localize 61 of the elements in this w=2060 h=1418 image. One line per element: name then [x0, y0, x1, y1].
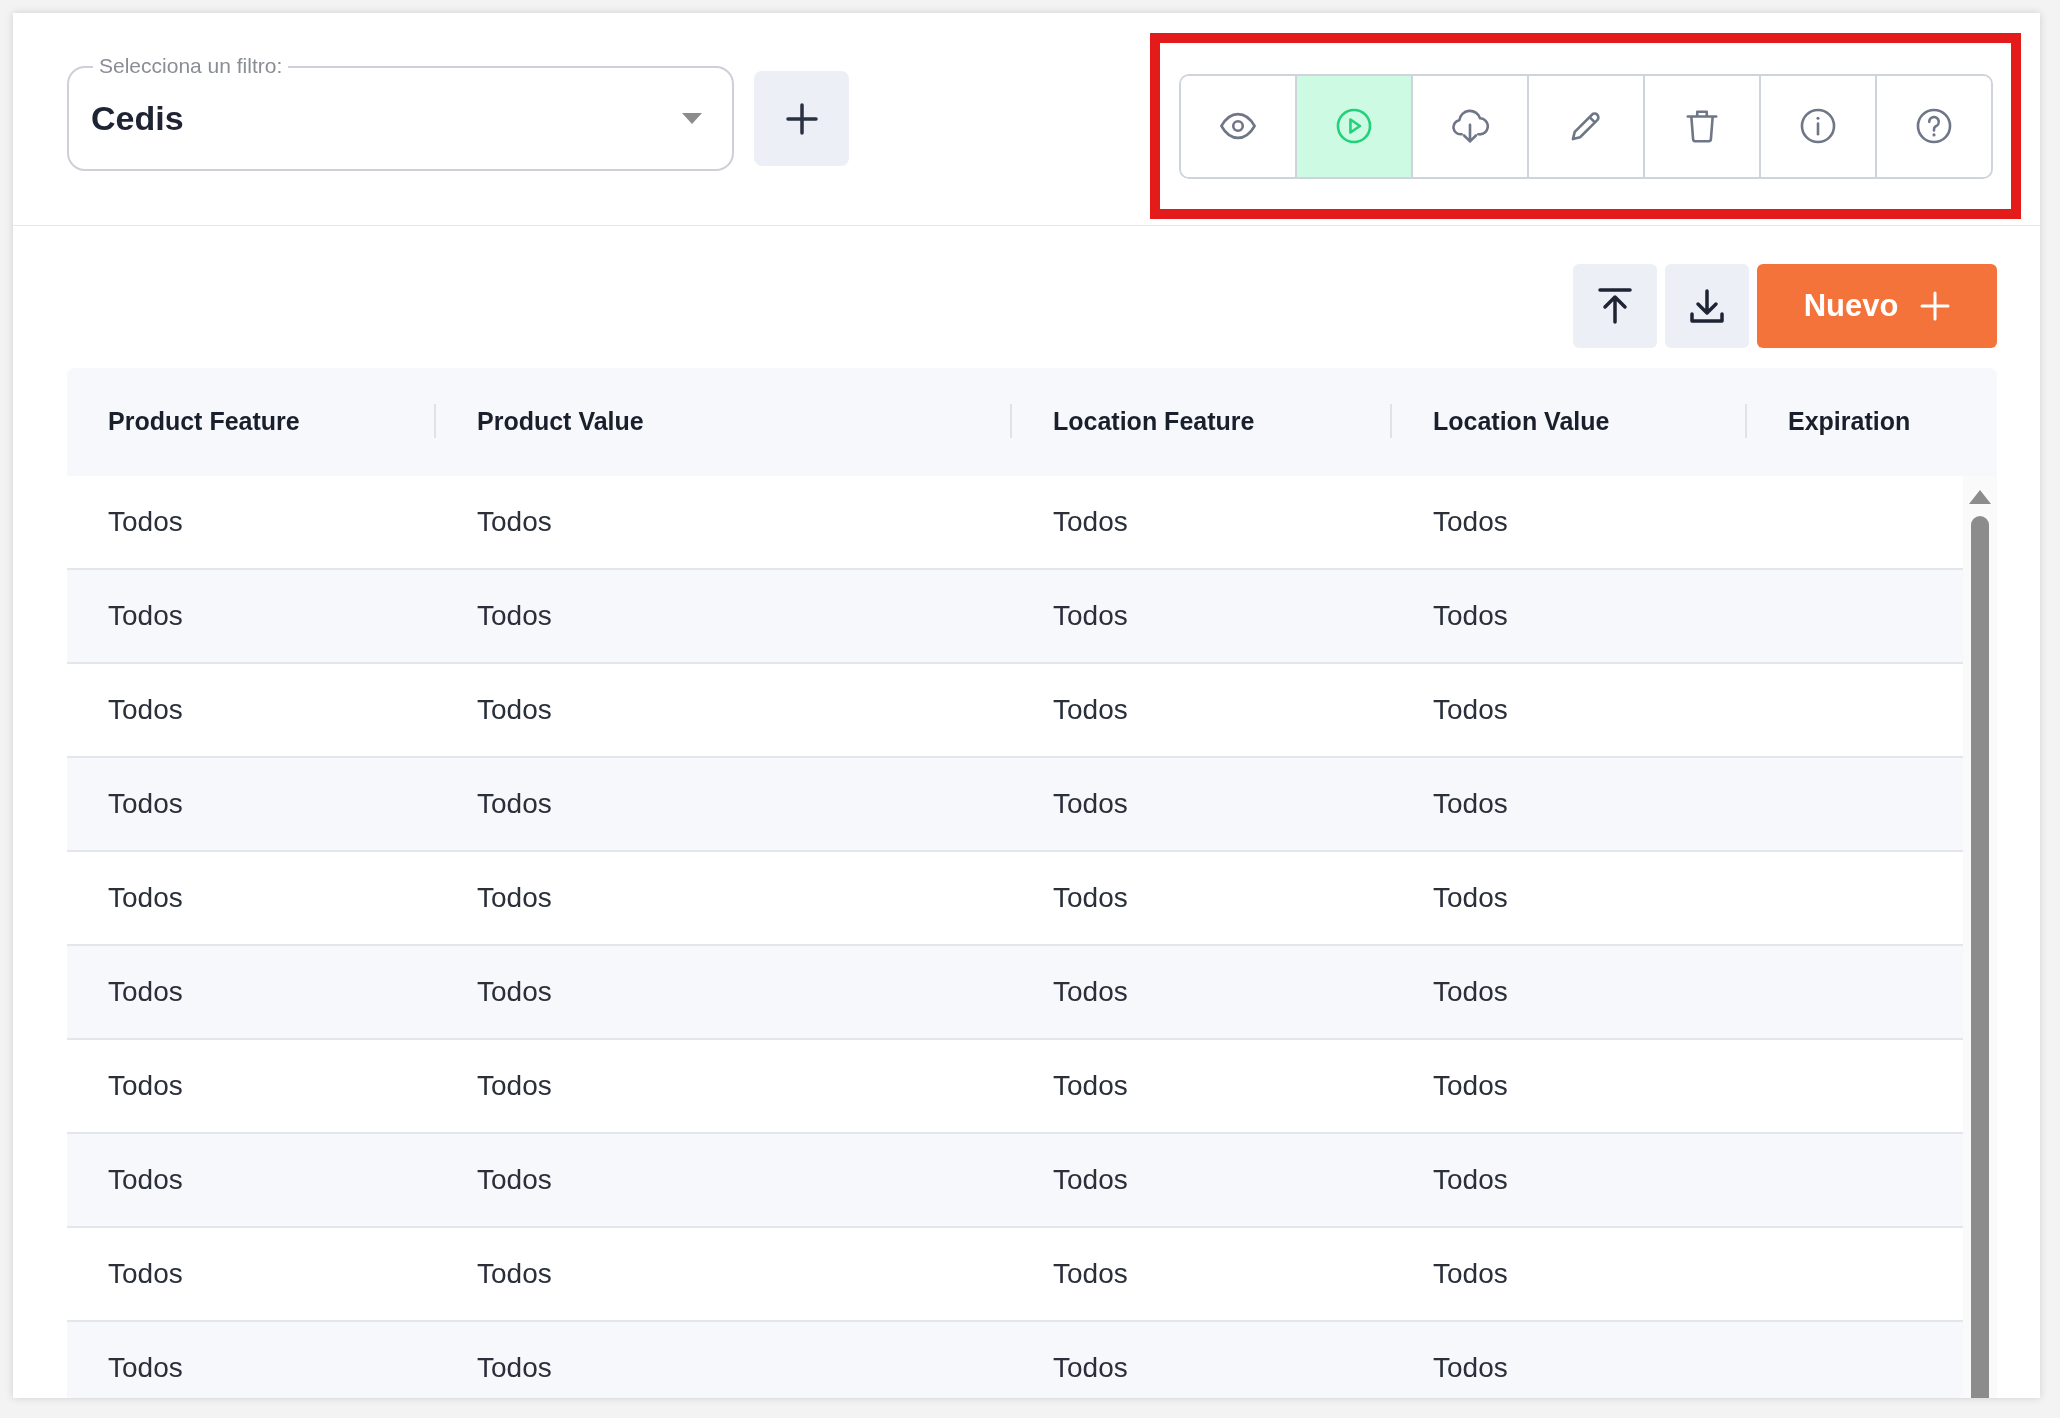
table-cell: Todos — [108, 882, 183, 913]
table-cell: Todos — [1433, 1352, 1508, 1383]
toolbar-button[interactable] — [1874, 75, 1991, 177]
table-cell: Todos — [477, 788, 552, 819]
table-cell: Todos — [108, 694, 183, 725]
column-header: Expiration — [1788, 406, 1911, 438]
download-icon — [1690, 289, 1724, 323]
table-cell: Todos — [1053, 788, 1128, 819]
table-cell: Todos — [1053, 694, 1128, 725]
table-cell: Todos — [108, 1164, 183, 1195]
table-cell: Todos — [1433, 1164, 1508, 1195]
table-cell: Todos — [477, 1352, 552, 1383]
table-cell: Todos — [1053, 882, 1128, 913]
table-cell: Todos — [1433, 1070, 1508, 1101]
table-cell: Todos — [1433, 976, 1508, 1007]
table-cell: Todos — [108, 600, 183, 631]
cloud-download-icon — [1450, 107, 1489, 145]
table-cell: Todos — [1433, 788, 1508, 819]
table-cell: Todos — [477, 694, 552, 725]
info-icon — [1798, 107, 1837, 145]
column-header: Product Value — [477, 406, 644, 438]
table-cell: Todos — [477, 882, 552, 913]
table-cell: Todos — [477, 976, 552, 1007]
table-cell: Todos — [1053, 976, 1128, 1007]
table-cell: Todos — [1053, 1258, 1128, 1289]
table-cell: Todos — [477, 1258, 552, 1289]
help-icon — [1914, 107, 1953, 145]
table-cell: Todos — [108, 976, 183, 1007]
column-header: Location Value — [1433, 406, 1610, 438]
table-cell: Todos — [108, 1352, 183, 1383]
upload-icon — [1598, 288, 1632, 324]
table-cell: Todos — [1433, 694, 1508, 725]
table-cell: Todos — [477, 1164, 552, 1195]
table-cell: Todos — [1433, 600, 1508, 631]
table-cell: Todos — [477, 1070, 552, 1101]
toolbar-button[interactable] — [1294, 75, 1411, 177]
table-cell: Todos — [1433, 506, 1508, 537]
download-button[interactable] — [1665, 264, 1749, 348]
table-cell: Todos — [108, 1070, 183, 1101]
table-cell: Todos — [1433, 882, 1508, 913]
table-cell: Todos — [108, 506, 183, 537]
table-cell: Todos — [1053, 1164, 1128, 1195]
table-cell: Todos — [477, 600, 552, 631]
filter-value: Cedis — [91, 98, 184, 139]
plus-icon — [1920, 291, 1951, 321]
plus-icon — [785, 102, 818, 135]
upload-button[interactable] — [1573, 264, 1657, 348]
column-header: Location Feature — [1053, 406, 1255, 438]
play-icon — [1334, 107, 1373, 145]
table-cell: Todos — [477, 506, 552, 537]
table-cell: Todos — [1053, 1070, 1128, 1101]
table-cell: Todos — [108, 1258, 183, 1289]
column-header: Product Feature — [108, 406, 300, 438]
table-cell: Todos — [1053, 506, 1128, 537]
table-cell: Todos — [1053, 1352, 1128, 1383]
dropdown-caret-icon — [682, 113, 702, 124]
table-cell: Todos — [1053, 600, 1128, 631]
add-filter-button[interactable] — [754, 71, 849, 166]
table-cell: Todos — [1433, 1258, 1508, 1289]
scroll-up-arrow-icon — [1969, 490, 1991, 504]
table-cell: Todos — [108, 788, 183, 819]
